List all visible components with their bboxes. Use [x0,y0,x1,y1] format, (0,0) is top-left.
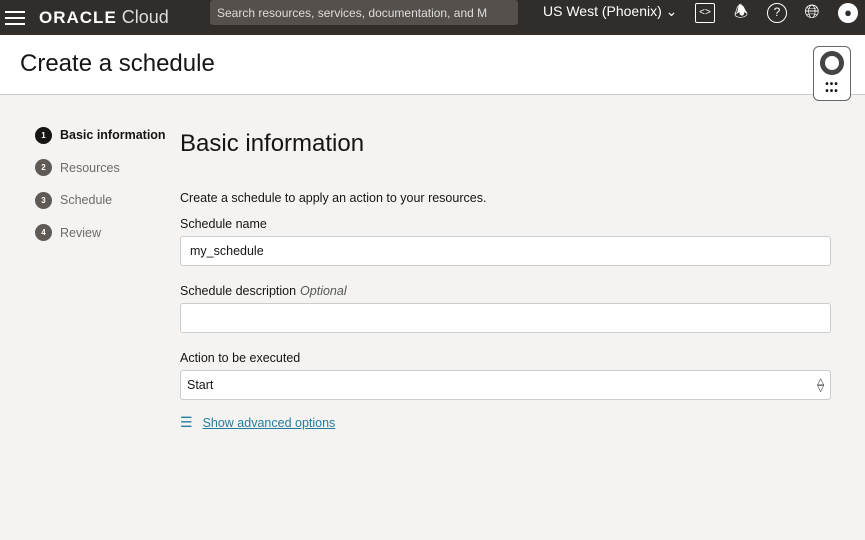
code-editor-icon[interactable]: <> [695,3,715,23]
updown-chevron-icon: △ ▽ [817,376,824,393]
show-advanced-options-link[interactable]: Show advanced options [203,416,336,430]
profile-icon[interactable]: ● [838,3,858,23]
chevron-down-icon: ⌄ [665,3,678,19]
bell-icon[interactable]: 🕭︎ [731,3,751,23]
region-selector[interactable]: US West (Phoenix) ⌄ [543,3,677,20]
step-review[interactable]: 4 Review [35,217,166,250]
hamburger-menu-icon[interactable] [5,10,25,25]
basic-information-form: Basic information Create a schedule to a… [180,130,831,431]
top-bar: ORACLECloud US West (Phoenix) ⌄ <> 🕭︎ ? … [0,0,865,35]
step-resources[interactable]: 2 Resources [35,152,166,185]
schedule-description-input[interactable] [180,303,831,333]
help-icon[interactable]: ? [767,3,787,23]
schedule-description-label: Schedule description Optional [180,284,347,298]
lifebuoy-icon [820,51,844,75]
apps-grid-icon: ••• ••• [825,79,839,97]
page-title: Create a schedule [20,49,215,77]
form-description: Create a schedule to apply an action to … [180,191,487,205]
action-select[interactable]: Start △ ▽ [180,370,831,400]
action-label: Action to be executed [180,351,301,365]
sliders-icon: ☰ [180,414,193,430]
page-header: Create a schedule [0,35,865,95]
step-basic-information[interactable]: 1 Basic information [35,119,166,152]
oracle-cloud-logo[interactable]: ORACLE Cloud [39,7,169,28]
schedule-name-label: Schedule name [180,217,267,231]
help-widget[interactable]: ••• ••• [813,46,851,101]
wizard-steps: 1 Basic information 2 Resources 3 Schedule … [35,119,166,249]
section-title: Basic information [180,130,365,157]
search-input[interactable] [210,0,518,25]
step-schedule[interactable]: 3 Schedule [35,184,166,217]
globe-icon[interactable]: 🌐︎ [802,3,822,23]
schedule-name-input[interactable] [180,236,831,266]
